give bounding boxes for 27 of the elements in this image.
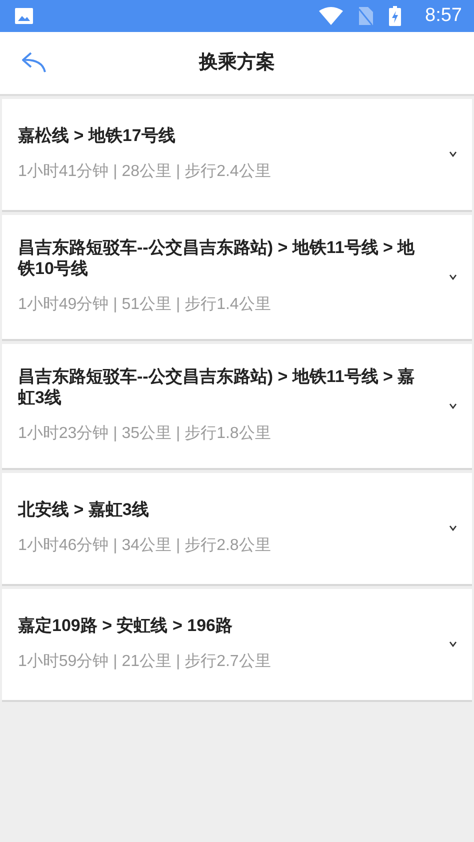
route-card[interactable]: 昌吉东路短驳车--公交昌吉东路站) > 地铁11号线 > 嘉虹3线 1小时23分钟 | 35公里 | 步行1.8公里 (2, 344, 472, 470)
caret-icon[interactable] (448, 524, 458, 532)
clock-time: 8:57 (425, 4, 462, 28)
page-title: 换乘方案 (199, 50, 275, 75)
route-lines: 嘉松线 > 地铁17号线 (18, 125, 176, 146)
route-lines: 嘉定109路 > 安虹线 > 196路 (18, 615, 234, 636)
caret-icon[interactable] (448, 640, 458, 648)
route-summary: 1小时59分钟 | 21公里 | 步行2.7公里 (18, 652, 272, 672)
no-sim-icon (359, 7, 374, 25)
route-lines: 北安线 > 嘉虹3线 (18, 499, 150, 520)
wifi-icon (319, 7, 344, 25)
battery-icon (389, 6, 402, 26)
route-lines: 昌吉东路短驳车--公交昌吉东路站) > 地铁11号线 > 地铁10号线 (18, 237, 416, 279)
route-lines: 昌吉东路短驳车--公交昌吉东路站) > 地铁11号线 > 嘉虹3线 (18, 366, 416, 408)
route-card[interactable]: 嘉松线 > 地铁17号线 1小时41分钟 | 28公里 | 步行2.4公里 (2, 99, 472, 212)
route-summary: 1小时49分钟 | 51公里 | 步行1.4公里 (18, 294, 272, 315)
route-card[interactable]: 昌吉东路短驳车--公交昌吉东路站) > 地铁11号线 > 地铁10号线 1小时49分钟 | 51公里 | 步行1.4公里 (2, 215, 472, 341)
caret-icon[interactable] (448, 272, 458, 281)
image-icon (14, 7, 34, 25)
route-card[interactable]: 北安线 > 嘉虹3线 1小时46分钟 | 34公里 | 步行2.8公里 (2, 473, 472, 586)
route-summary: 1小时41分钟 | 28公里 | 步行2.4公里 (18, 162, 272, 182)
route-summary: 1小时46分钟 | 34公里 | 步行2.8公里 (18, 536, 272, 556)
route-card[interactable]: 嘉定109路 > 安虹线 > 196路 1小时59分钟 | 21公里 | 步行2.7公里 (2, 589, 472, 702)
route-summary: 1小时23分钟 | 35公里 | 步行1.8公里 (18, 424, 272, 444)
caret-icon[interactable] (448, 402, 458, 410)
caret-icon[interactable] (448, 150, 458, 158)
back-button[interactable] (20, 50, 48, 74)
